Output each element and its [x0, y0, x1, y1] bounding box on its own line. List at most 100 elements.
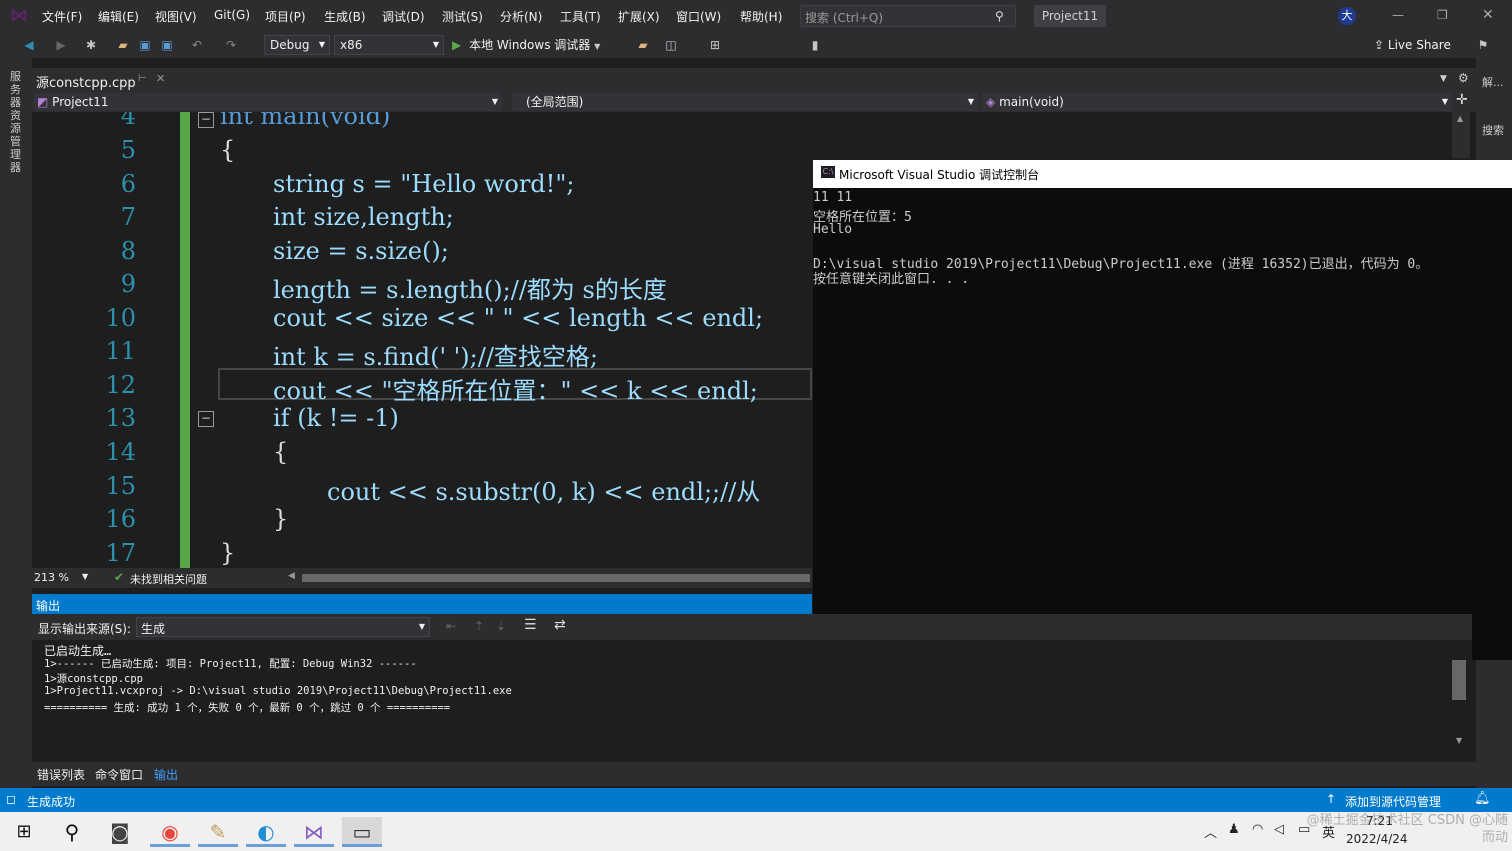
menu-item[interactable]: 测试(S)	[442, 8, 483, 25]
split-editor-icon[interactable]: ✛	[1456, 92, 1468, 108]
camera-icon[interactable]: ◙	[100, 817, 140, 847]
solution-explorer-tab[interactable]: 解...	[1482, 74, 1504, 90]
issues-status[interactable]: 未找到相关问题	[130, 571, 207, 587]
menu-item[interactable]: 工具(T)	[560, 8, 601, 25]
output-panel-header[interactable]: 输出	[32, 594, 812, 614]
menu-item[interactable]: 帮助(H)	[740, 8, 782, 25]
horizontal-scrollbar-thumb[interactable]	[302, 574, 810, 582]
output-text-area[interactable]: 已启动生成… 1>------ 已启动生成: 项目: Project11, 配置…	[32, 640, 1472, 762]
code-line: }	[220, 539, 236, 567]
tray-chevron-icon[interactable]: ︿	[1204, 822, 1217, 841]
menu-item[interactable]: 扩展(X)	[618, 8, 660, 25]
menu-item[interactable]: 文件(F)	[42, 8, 82, 25]
notifications-icon[interactable]: 🔔︎	[1474, 791, 1491, 806]
bookmark-icon[interactable]: ▮	[808, 38, 822, 52]
function-nav-select[interactable]: ◈ main(void) ▼	[982, 93, 1452, 111]
line-number: 16	[105, 505, 136, 533]
platform-value: x86	[340, 38, 363, 52]
search-icon[interactable]: ⚲	[995, 9, 1004, 23]
menu-item[interactable]: 生成(B)	[324, 8, 366, 25]
collapse-icon[interactable]: −	[198, 112, 214, 128]
editor-scrollbar[interactable]: ▲	[1452, 112, 1470, 158]
redo-icon[interactable]: ↷	[224, 38, 238, 52]
menu-item[interactable]: 编辑(E)	[98, 8, 139, 25]
word-wrap-icon[interactable]: ⇄	[554, 617, 566, 633]
zoom-level[interactable]: 213 %	[34, 571, 69, 584]
maximize-icon[interactable]: ❐	[1437, 8, 1448, 22]
clear-all-icon[interactable]: ☰	[524, 617, 537, 633]
visual-studio-icon[interactable]: ⋈	[294, 817, 334, 847]
output-scrollbar-thumb[interactable]	[1452, 660, 1466, 700]
output-source-select[interactable]: 生成 ▼	[136, 617, 430, 637]
live-share-button[interactable]: ⇪ Live Share	[1374, 38, 1451, 52]
browse-folder-icon[interactable]: ▰	[636, 38, 650, 52]
navigation-bar: ◩ Project11 ▼ (全局范围) ▼ ◈ main(void) ▼ ✛	[32, 92, 1476, 112]
next-message-icon[interactable]: ⇣	[496, 619, 506, 633]
volume-icon[interactable]: ◁	[1274, 822, 1284, 837]
paint-icon[interactable]: ✎	[198, 817, 238, 847]
close-icon[interactable]: ✕	[1482, 7, 1494, 23]
windows-start-icon[interactable]: ⊞	[4, 817, 44, 847]
edge-icon[interactable]: ◐	[246, 817, 286, 847]
chrome-icon[interactable]: ◉	[150, 817, 190, 847]
debug-console-window[interactable]: C:\ Microsoft Visual Studio 调试控制台 11 11 …	[813, 160, 1512, 660]
menu-item[interactable]: 分析(N)	[500, 8, 542, 25]
save-icon[interactable]: ▣	[138, 38, 152, 52]
terminal-icon[interactable]: ▭	[342, 817, 382, 847]
menu-bar: ⋈ 文件(F) 编辑(E) 视图(V) Git(G) 项目(P) 生成(B) 调试(D) 测试…	[0, 0, 1512, 32]
code-editor[interactable]: − − 4 5 6 7 8 9 10 11 12 13 14 15 16 17 …	[32, 112, 812, 568]
undo-icon[interactable]: ↶	[190, 38, 204, 52]
chevron-down-icon[interactable]: ▼	[82, 572, 88, 581]
tab-source-file[interactable]: 源constcpp.cpp ⊢ ✕	[32, 68, 172, 92]
scroll-up-icon[interactable]: ▲	[1457, 114, 1463, 123]
config-select[interactable]: Debug ▼	[264, 35, 330, 55]
feedback-icon[interactable]: ⚑	[1476, 38, 1490, 52]
new-project-icon[interactable]: ✱	[84, 38, 98, 52]
find-message-icon[interactable]: ⇤	[446, 619, 456, 633]
search-tab[interactable]: 搜索	[1482, 122, 1504, 138]
qq-icon[interactable]: ♟	[1228, 822, 1240, 837]
avatar[interactable]: 大	[1338, 7, 1356, 25]
server-explorer-tab[interactable]: 服务器资源管理器	[10, 70, 24, 174]
tab-error-list[interactable]: 错误列表	[37, 766, 85, 783]
project-nav-select[interactable]: ◩ Project11 ▼	[34, 93, 502, 111]
wifi-icon[interactable]: ◠	[1252, 822, 1263, 837]
search-input[interactable]: 搜索 (Ctrl+Q) ⚲	[800, 5, 1016, 27]
settings-icon[interactable]: ⚙	[1458, 71, 1469, 85]
menu-item[interactable]: 项目(P)	[265, 8, 306, 25]
scroll-down-icon[interactable]: ▼	[1456, 736, 1462, 745]
screenshot-icon[interactable]: ◫	[664, 38, 678, 52]
windows-taskbar: ⊞ ⚲ ◙ ◉ ✎ ◐ ⋈ ▭ ︿ ♟ ◠ ◁ ▭ 英 7:21 2022/4/…	[0, 812, 1512, 851]
open-icon[interactable]: ▰	[116, 38, 130, 52]
minimize-icon[interactable]: —	[1392, 8, 1404, 22]
pin-icon[interactable]: ⊢	[138, 73, 147, 84]
function-icon: ◈	[986, 95, 996, 109]
collapse-icon[interactable]: −	[198, 411, 214, 427]
console-title-bar[interactable]: C:\ Microsoft Visual Studio 调试控制台	[813, 160, 1512, 188]
close-tab-icon[interactable]: ✕	[156, 72, 165, 85]
run-debugger-button[interactable]: ▶ 本地 Windows 调试器 ▼	[452, 36, 600, 54]
platform-select[interactable]: x86 ▼	[334, 35, 444, 55]
scope-nav-value: (全局范围)	[526, 95, 584, 109]
scroll-left-icon[interactable]: ◀	[288, 571, 295, 581]
menu-item[interactable]: 窗口(W)	[676, 8, 721, 25]
prev-message-icon[interactable]: ⇡	[474, 619, 484, 633]
search-icon[interactable]: ⚲	[52, 817, 92, 847]
back-icon[interactable]: ◀	[22, 38, 36, 52]
tab-output[interactable]: 输出	[154, 766, 178, 783]
scope-nav-select[interactable]: (全局范围) ▼	[512, 93, 978, 111]
solution-icon[interactable]: ⊞	[708, 38, 722, 52]
play-icon: ▶	[452, 38, 462, 52]
menu-item[interactable]: 调试(D)	[382, 8, 425, 25]
menu-item[interactable]: Git(G)	[214, 8, 250, 22]
vs-logo-icon: ⋈	[10, 5, 28, 26]
chevron-down-icon: ▼	[967, 97, 974, 106]
tab-command-window[interactable]: 命令窗口	[95, 766, 143, 783]
chevron-down-icon: ▼	[594, 42, 601, 51]
save-all-icon[interactable]: ▣	[160, 38, 174, 52]
forward-icon[interactable]: ▶	[54, 38, 68, 52]
tab-list-dropdown-icon[interactable]: ▼	[1440, 74, 1447, 84]
build-status-icon: ◻	[6, 792, 16, 806]
menu-item[interactable]: 视图(V)	[155, 8, 197, 25]
add-source-control-button[interactable]: 添加到源代码管理	[1345, 793, 1441, 810]
